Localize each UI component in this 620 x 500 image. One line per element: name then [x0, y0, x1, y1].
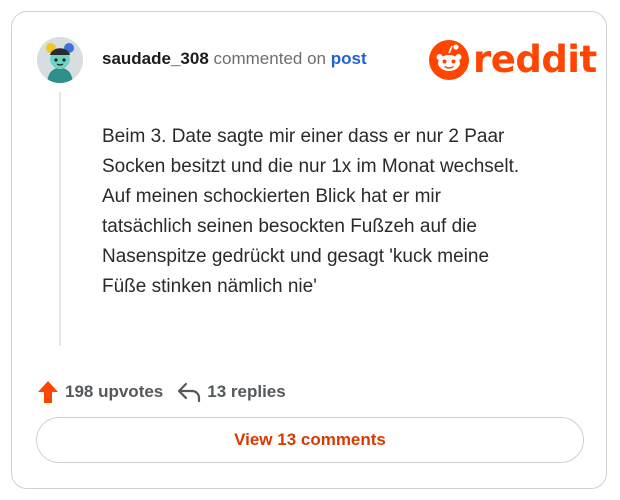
thread-line: [59, 92, 61, 346]
upvote-arrow-icon: [38, 381, 58, 403]
reddit-wordmark: reddit: [473, 38, 597, 81]
comment-line: Füße stinken nämlich nie': [102, 276, 317, 297]
commented-on-text: commented on: [213, 49, 326, 68]
comment-line: Beim 3. Date sagte mir einer dass er nur…: [102, 126, 505, 147]
upvote-button[interactable]: 198 upvotes: [37, 380, 163, 404]
reddit-logo[interactable]: reddit: [429, 40, 597, 80]
replies-count: 13 replies: [207, 382, 286, 401]
comment-card: saudade_308 commented on post reddit Bei…: [11, 11, 607, 489]
comment-header: saudade_308 commented on post: [102, 49, 367, 69]
view-comments-button[interactable]: View 13 comments: [36, 417, 584, 463]
comment-stats: 198 upvotes 13 replies: [37, 380, 286, 404]
reddit-snoo-icon: [429, 40, 469, 80]
reply-arrow-icon: [178, 382, 201, 403]
replies-button[interactable]: 13 replies: [177, 381, 286, 403]
comment-line: Socken besitzt und die nur 1x im Monat w…: [102, 156, 520, 177]
comment-body: Beim 3. Date sagte mir einer dass er nur…: [102, 122, 582, 302]
upvotes-count: 198 upvotes: [65, 382, 164, 401]
comment-line: Nasenspitze gedrückt und gesagt 'kuck me…: [102, 246, 490, 267]
avatar-image: [37, 37, 83, 83]
comment-line: Auf meinen schockierten Blick hat er mir: [102, 186, 441, 207]
comment-line: tatsächlich seinen besockten Fußzeh auf …: [102, 216, 477, 237]
username-link[interactable]: saudade_308: [102, 49, 209, 68]
avatar[interactable]: [37, 37, 83, 83]
post-link[interactable]: post: [331, 49, 367, 68]
